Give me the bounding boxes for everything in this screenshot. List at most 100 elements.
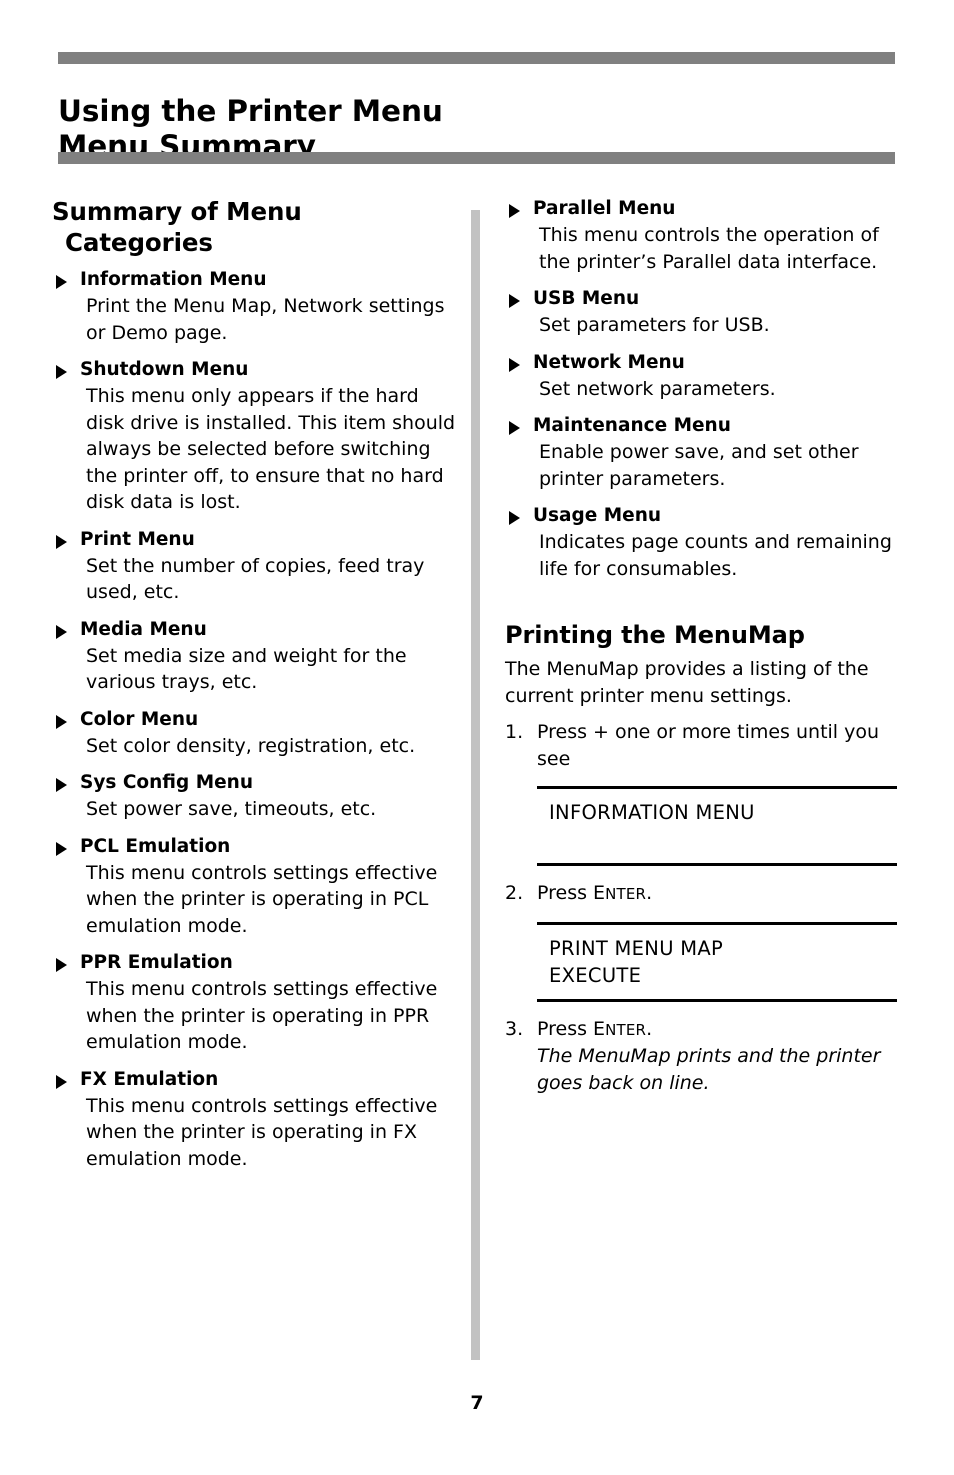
step-number: 2.	[505, 882, 524, 904]
menu-category-title-text: FX Emulation	[80, 1068, 219, 1090]
menu-category-title-text: Media Menu	[80, 618, 207, 640]
section-heading-line-2: Categories	[65, 228, 213, 257]
menu-category-item: Print Menu Set the number of copies, fee…	[52, 527, 460, 606]
menu-category-title-text: Shutdown Menu	[80, 359, 249, 380]
enter-key-label-first-letter: E	[593, 882, 606, 904]
triangle-bullet-icon	[56, 841, 67, 856]
menu-category-title: Color Menu	[52, 707, 460, 732]
menu-category-title: PCL Emulation	[52, 834, 460, 859]
triangle-bullet-icon	[509, 421, 520, 435]
menu-category-description: Set parameters for USB.	[539, 314, 770, 336]
step-text-suffix: .	[646, 1017, 653, 1040]
menu-category-title-text: Color Menu	[80, 708, 199, 730]
step-text-prefix: Press	[537, 1017, 594, 1040]
enter-key-label-first-letter: E	[593, 1017, 606, 1040]
triangle-bullet-icon	[56, 365, 67, 379]
step-text-prefix: Press	[537, 882, 594, 904]
section-heading-line-1: Summary of Menu	[52, 197, 302, 226]
menu-category-item: Parallel Menu This menu controls the ope…	[505, 196, 897, 275]
menu-category-title-text: Network Menu	[533, 351, 685, 373]
menu-category-item: Usage Menu Indicates page counts and rem…	[505, 503, 897, 582]
triangle-bullet-icon	[56, 1074, 67, 1089]
triangle-bullet-icon	[509, 294, 520, 308]
menu-category-description: Indicates page counts and remaining life…	[539, 531, 892, 580]
menu-category-title: Media Menu	[52, 617, 460, 642]
menu-category-title-text: Parallel Menu	[533, 198, 676, 219]
menu-category-title-text: Sys Config Menu	[80, 772, 253, 793]
menu-category-description: Print the Menu Map, Network settings or …	[86, 295, 445, 344]
menu-category-item: Media Menu Set media size and weight for…	[52, 617, 460, 696]
page-number: 7	[470, 1392, 484, 1414]
menu-category-title: USB Menu	[505, 286, 897, 311]
menu-category-item: Sys Config Menu Set power save, timeouts…	[52, 770, 460, 823]
section-heading-printing-the-menumap: Printing the MenuMap	[505, 621, 805, 649]
menu-category-description: This menu only appears if the hard disk …	[86, 385, 456, 513]
menu-category-item: USB Menu Set parameters for USB.	[505, 286, 897, 339]
lcd-display-line-1: INFORMATION MENU	[549, 801, 755, 824]
triangle-bullet-icon	[56, 275, 67, 289]
header-rule-top	[58, 52, 895, 64]
menu-category-item: Network Menu Set network parameters.	[505, 350, 897, 403]
menu-category-description: This menu controls settings effective wh…	[86, 978, 438, 1053]
triangle-bullet-icon	[56, 624, 67, 639]
menu-category-item: Color Menu Set color density, registrati…	[52, 707, 460, 760]
enter-key-label-rest: NTER	[605, 1020, 647, 1039]
menu-category-description: This menu controls the operation of the …	[539, 224, 879, 273]
menu-category-title-text: PCL Emulation	[80, 835, 231, 857]
lcd-display-box-information-menu: INFORMATION MENU	[537, 786, 897, 866]
menu-category-title: Usage Menu	[505, 503, 897, 528]
menu-category-title: FX Emulation	[52, 1067, 460, 1092]
step-text: Press + one or more times until you see	[537, 721, 880, 770]
menu-category-item: Maintenance Menu Enable power save, and …	[505, 413, 897, 492]
menu-category-title: Parallel Menu	[505, 196, 897, 221]
menu-category-item: Shutdown Menu This menu only appears if …	[52, 357, 460, 516]
menu-category-title: Network Menu	[505, 350, 897, 375]
menu-category-title: Shutdown Menu	[52, 357, 460, 382]
menu-category-title: Information Menu	[52, 267, 460, 292]
menu-category-title: Sys Config Menu	[52, 770, 460, 795]
menu-category-title: Print Menu	[52, 527, 460, 552]
enter-key-label-rest: NTER	[605, 885, 647, 903]
menu-category-title-text: Information Menu	[80, 269, 267, 290]
menu-category-item: FX Emulation This menu controls settings…	[52, 1067, 460, 1173]
menu-category-title-text: USB Menu	[533, 288, 640, 309]
lcd-display-line-2: EXECUTE	[549, 963, 642, 987]
triangle-bullet-icon	[509, 357, 520, 372]
triangle-bullet-icon	[509, 204, 520, 218]
menu-category-item: PPR Emulation This menu controls setting…	[52, 950, 460, 1056]
step-number: 3.	[505, 1017, 524, 1040]
section-heading-summary-of-menu-categories: Summary of Menu Categories	[52, 196, 460, 258]
lcd-display-line-2	[537, 826, 897, 853]
triangle-bullet-icon	[509, 511, 520, 525]
menu-category-description: This menu controls settings effective wh…	[86, 1094, 438, 1170]
menu-category-title: PPR Emulation	[52, 950, 460, 975]
menumap-intro-paragraph: The MenuMap provides a listing of the cu…	[505, 658, 869, 707]
menu-category-description: Set power save, timeouts, etc.	[86, 798, 377, 820]
menu-category-item: Information Menu Print the Menu Map, Net…	[52, 267, 460, 346]
lcd-display-line-1: PRINT MENU MAP	[549, 936, 724, 960]
page-title-line-1: Using the Printer Menu	[58, 93, 443, 128]
document-page: Using the Printer Menu Menu Summary Summ…	[0, 0, 954, 1475]
triangle-bullet-icon	[56, 534, 67, 549]
step-result-note: The MenuMap prints and the printer goes …	[537, 1045, 881, 1094]
right-column: Parallel Menu This menu controls the ope…	[505, 196, 897, 1100]
menu-category-title-text: PPR Emulation	[80, 952, 233, 973]
menu-category-description: Set color density, registration, etc.	[86, 734, 416, 757]
menu-category-title-text: Maintenance Menu	[533, 415, 731, 436]
menu-category-description: Enable power save, and set other printer…	[539, 441, 859, 490]
menu-category-description: Set the number of copies, feed tray used…	[86, 554, 425, 604]
menu-category-title-text: Usage Menu	[533, 505, 662, 526]
menu-category-description: This menu controls settings effective wh…	[86, 861, 438, 937]
triangle-bullet-icon	[56, 778, 67, 792]
menu-category-title: Maintenance Menu	[505, 413, 897, 438]
menu-category-title-text: Print Menu	[80, 528, 195, 550]
procedure-step-1: 1. Press + one or more times until you s…	[505, 719, 897, 772]
left-column: Summary of Menu Categories Information M…	[52, 196, 460, 1183]
menu-category-item: PCL Emulation This menu controls setting…	[52, 834, 460, 940]
step-text-suffix: .	[646, 882, 653, 904]
menu-category-description: Set network parameters.	[539, 377, 776, 400]
triangle-bullet-icon	[56, 714, 67, 729]
step-number: 1.	[505, 721, 524, 743]
column-divider	[471, 210, 480, 1360]
procedure-step-3: 3. Press ENTER. The MenuMap prints and t…	[505, 1016, 897, 1097]
